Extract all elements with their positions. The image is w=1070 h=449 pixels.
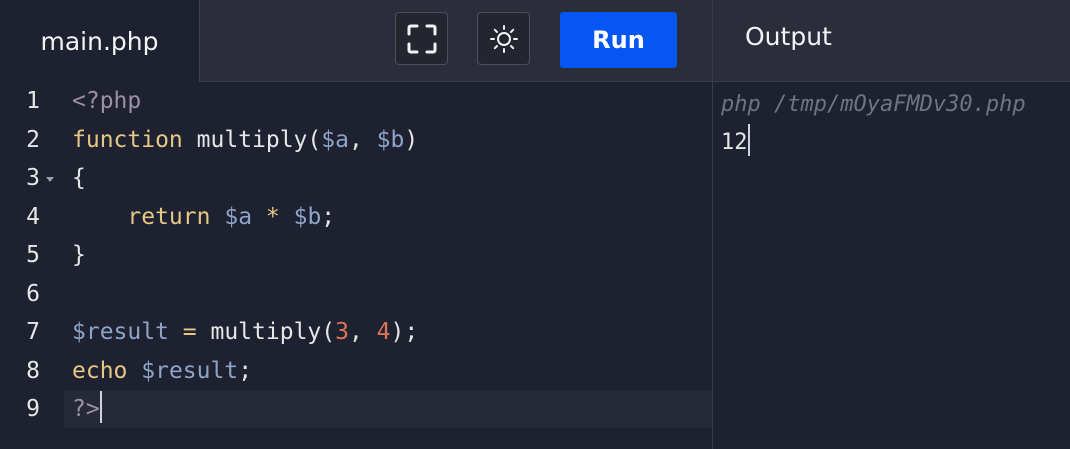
line-number: 2 <box>26 127 40 153</box>
code-line-7: $result = multiply(3, 4); <box>72 319 419 345</box>
code-runner-app: main.php Run Output 1 2 3 4 5 6 7 8 9 <?… <box>0 0 1070 449</box>
file-tab-label: main.php <box>40 26 159 56</box>
fold-arrow-icon[interactable] <box>46 177 54 182</box>
top-bar: main.php Run Output <box>0 0 1070 82</box>
line-number: 4 <box>26 204 40 230</box>
code-line-5: } <box>72 242 86 268</box>
line-number: 3 <box>26 165 40 191</box>
theme-toggle-button[interactable] <box>477 12 530 65</box>
run-button[interactable]: Run <box>560 12 677 68</box>
code-line-2: function multiply($a, $b) <box>72 127 419 153</box>
line-number: 7 <box>26 319 40 345</box>
output-result: 12 <box>721 124 750 162</box>
code-line-3: { <box>72 165 86 191</box>
sun-icon <box>489 24 518 53</box>
active-line-highlight <box>64 390 712 428</box>
text-cursor <box>99 391 102 423</box>
output-panel[interactable]: php /tmp/mOyaFMDv30.php 12 <box>713 82 1070 449</box>
output-panel-title: Output <box>745 22 832 51</box>
line-number: 8 <box>26 358 40 384</box>
code-line-1: <?php <box>72 88 142 114</box>
output-cursor <box>747 124 750 156</box>
code-line-4: return $a * $b; <box>127 204 336 230</box>
divider <box>199 0 200 81</box>
line-number: 9 <box>26 396 40 422</box>
fullscreen-button[interactable] <box>395 12 448 65</box>
file-tab[interactable]: main.php <box>0 0 199 82</box>
code-editor[interactable]: 1 2 3 4 5 6 7 8 9 <?php function multipl… <box>0 82 712 449</box>
code-line-8: echo $result; <box>72 358 253 384</box>
line-number: 6 <box>26 281 40 307</box>
fullscreen-icon <box>407 24 436 53</box>
line-number: 1 <box>26 88 40 114</box>
line-number-gutter: 1 2 3 4 5 6 7 8 9 <box>0 82 62 449</box>
output-command: php /tmp/mOyaFMDv30.php <box>721 92 1026 117</box>
code-line-9: ?> <box>72 390 102 428</box>
line-number: 5 <box>26 242 40 268</box>
